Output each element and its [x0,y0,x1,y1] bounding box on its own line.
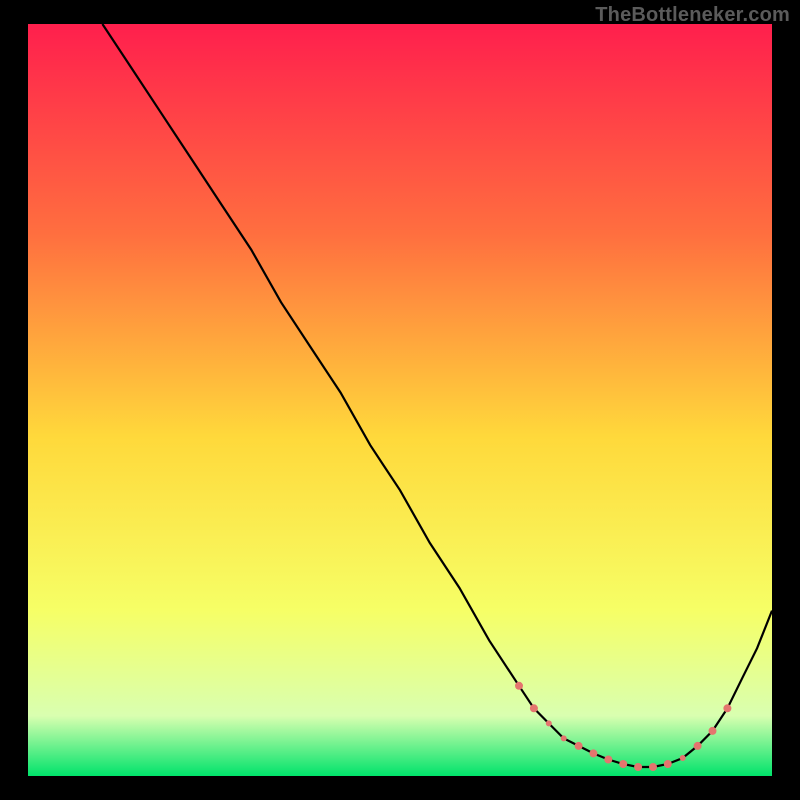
curve-marker [664,760,672,768]
curve-marker [619,760,627,768]
curve-marker [561,735,567,741]
curve-marker [515,682,523,690]
curve-marker [694,742,702,750]
curve-marker [575,742,583,750]
gradient-background [28,24,772,776]
curve-marker [723,704,731,712]
curve-marker [634,763,642,771]
curve-marker [546,720,552,726]
curve-marker [680,755,686,761]
curve-marker [589,749,597,757]
bottleneck-chart [28,24,772,776]
curve-marker [649,763,657,771]
curve-marker [604,756,612,764]
chart-frame [28,24,772,776]
curve-marker [530,704,538,712]
curve-marker [709,727,717,735]
watermark-text: TheBottleneker.com [595,4,790,27]
